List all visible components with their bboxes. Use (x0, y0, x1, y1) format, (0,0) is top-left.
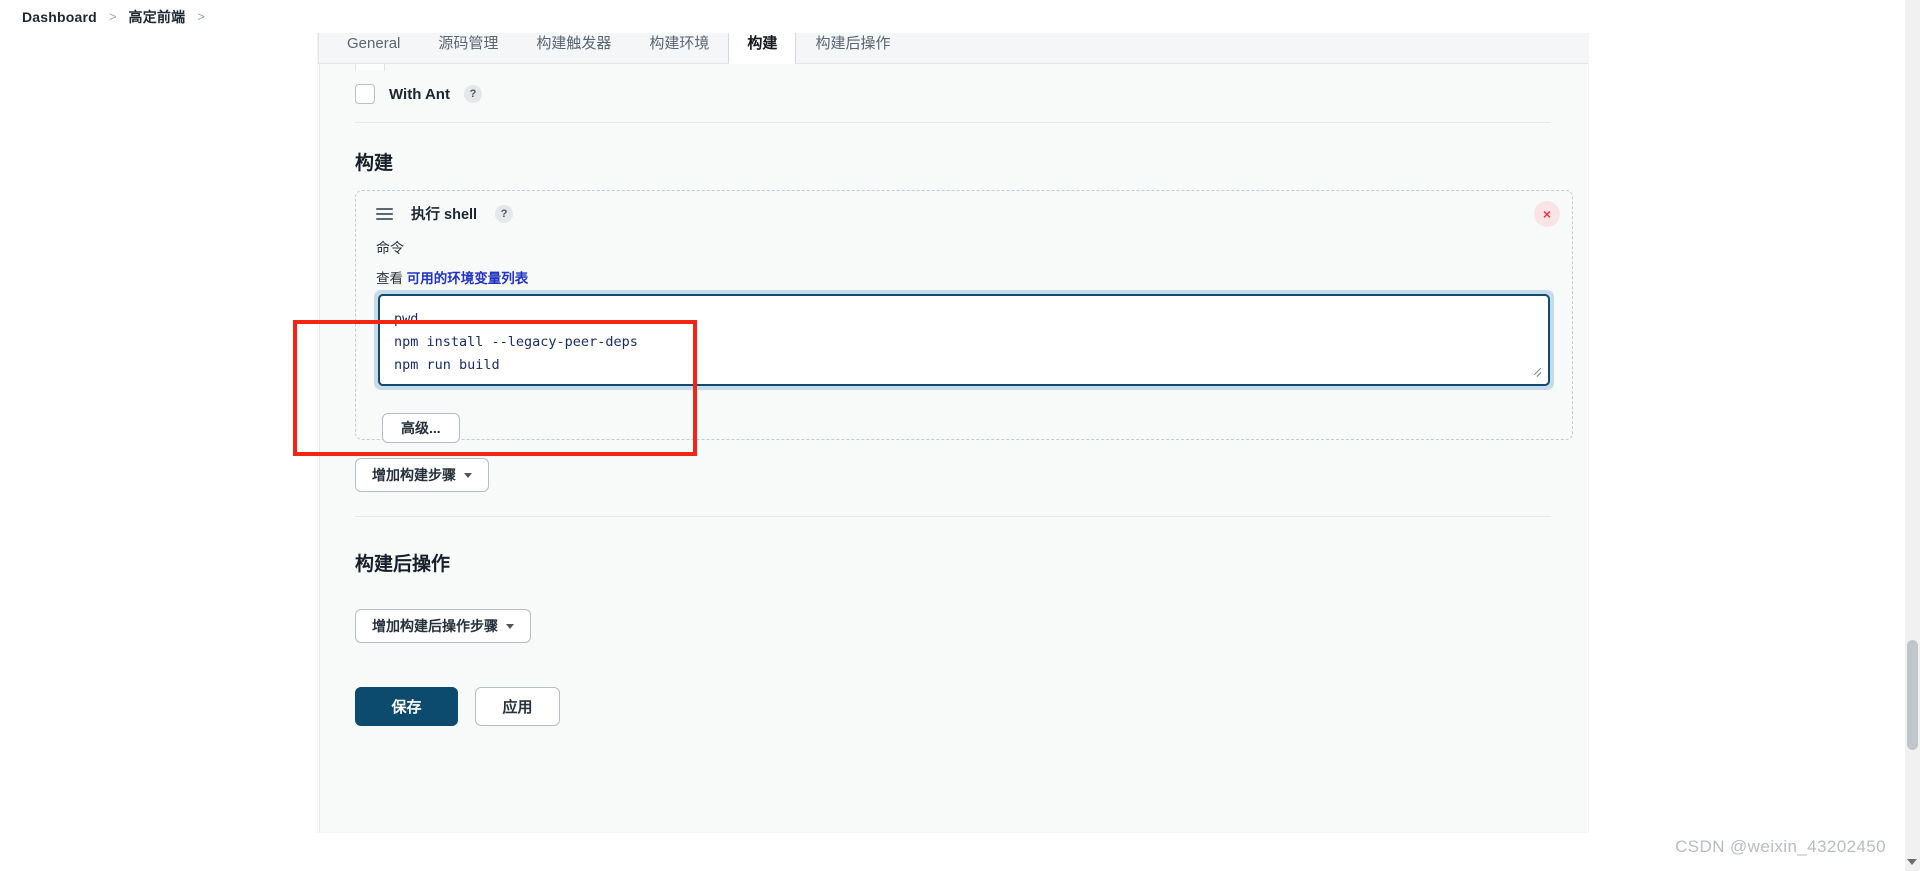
chevron-down-icon (464, 473, 472, 478)
scroll-down-arrow-icon[interactable] (1907, 859, 1917, 865)
help-icon[interactable]: ? (463, 85, 482, 103)
divider-1 (355, 122, 1551, 123)
command-label: 命令 (376, 240, 404, 256)
build-step-card-shell: 执行 shell ? × 命令 查看 可用的环境变量列表 高级... (355, 190, 1573, 443)
section-title-build: 构建 (355, 153, 394, 174)
divider-2 (355, 516, 1551, 517)
breadcrumb-separator-icon: > (108, 9, 117, 24)
command-textarea-wrap (374, 290, 1554, 390)
env-vars-prefix: 查看 (376, 271, 403, 286)
build-step-header: 执行 shell ? (376, 203, 514, 224)
with-ant-row: With Ant ? (355, 84, 482, 104)
add-post-build-step-label: 增加构建后操作步骤 (372, 618, 498, 634)
env-vars-link[interactable]: 可用的环境变量列表 (407, 271, 529, 286)
save-button[interactable]: 保存 (355, 687, 458, 726)
with-ant-label: With Ant (389, 85, 450, 103)
scrollbar-thumb[interactable] (1907, 640, 1918, 750)
add-build-step-label: 增加构建步骤 (372, 467, 456, 483)
breadcrumb-item-project[interactable]: 高定前端 (129, 7, 186, 27)
breadcrumb-item-dashboard[interactable]: Dashboard (22, 9, 97, 25)
with-ant-checkbox[interactable] (355, 84, 375, 104)
command-textarea[interactable] (378, 294, 1550, 386)
page-scrollbar[interactable] (1905, 0, 1920, 871)
panel-left-rule (319, 64, 320, 832)
chevron-down-icon-2 (506, 624, 514, 629)
add-build-step-button[interactable]: 增加构建步骤 (355, 458, 489, 492)
config-form-panel: With Ant ? 构建 执行 shell ? × 命令 查看 可用的环境变量… (319, 64, 1587, 832)
add-post-build-step-button[interactable]: 增加构建后操作步骤 (355, 609, 531, 643)
watermark-text: CSDN @weixin_43202450 (1675, 837, 1886, 856)
section-title-post-build: 构建后操作 (355, 554, 451, 575)
build-step-title: 执行 shell (411, 207, 478, 223)
breadcrumb-separator-icon-2: > (197, 9, 205, 24)
breadcrumb: Dashboard > 高定前端 > (0, 0, 1920, 33)
help-icon-shell[interactable]: ? (495, 204, 514, 223)
delete-build-step-button[interactable]: × (1534, 201, 1560, 227)
env-vars-line: 查看 可用的环境变量列表 (376, 267, 528, 287)
drag-handle-icon[interactable] (376, 205, 393, 223)
clipped-field-above (355, 64, 385, 71)
tabbar-left-edge (318, 28, 319, 64)
advanced-button[interactable]: 高级... (382, 413, 460, 443)
apply-button[interactable]: 应用 (475, 687, 560, 726)
